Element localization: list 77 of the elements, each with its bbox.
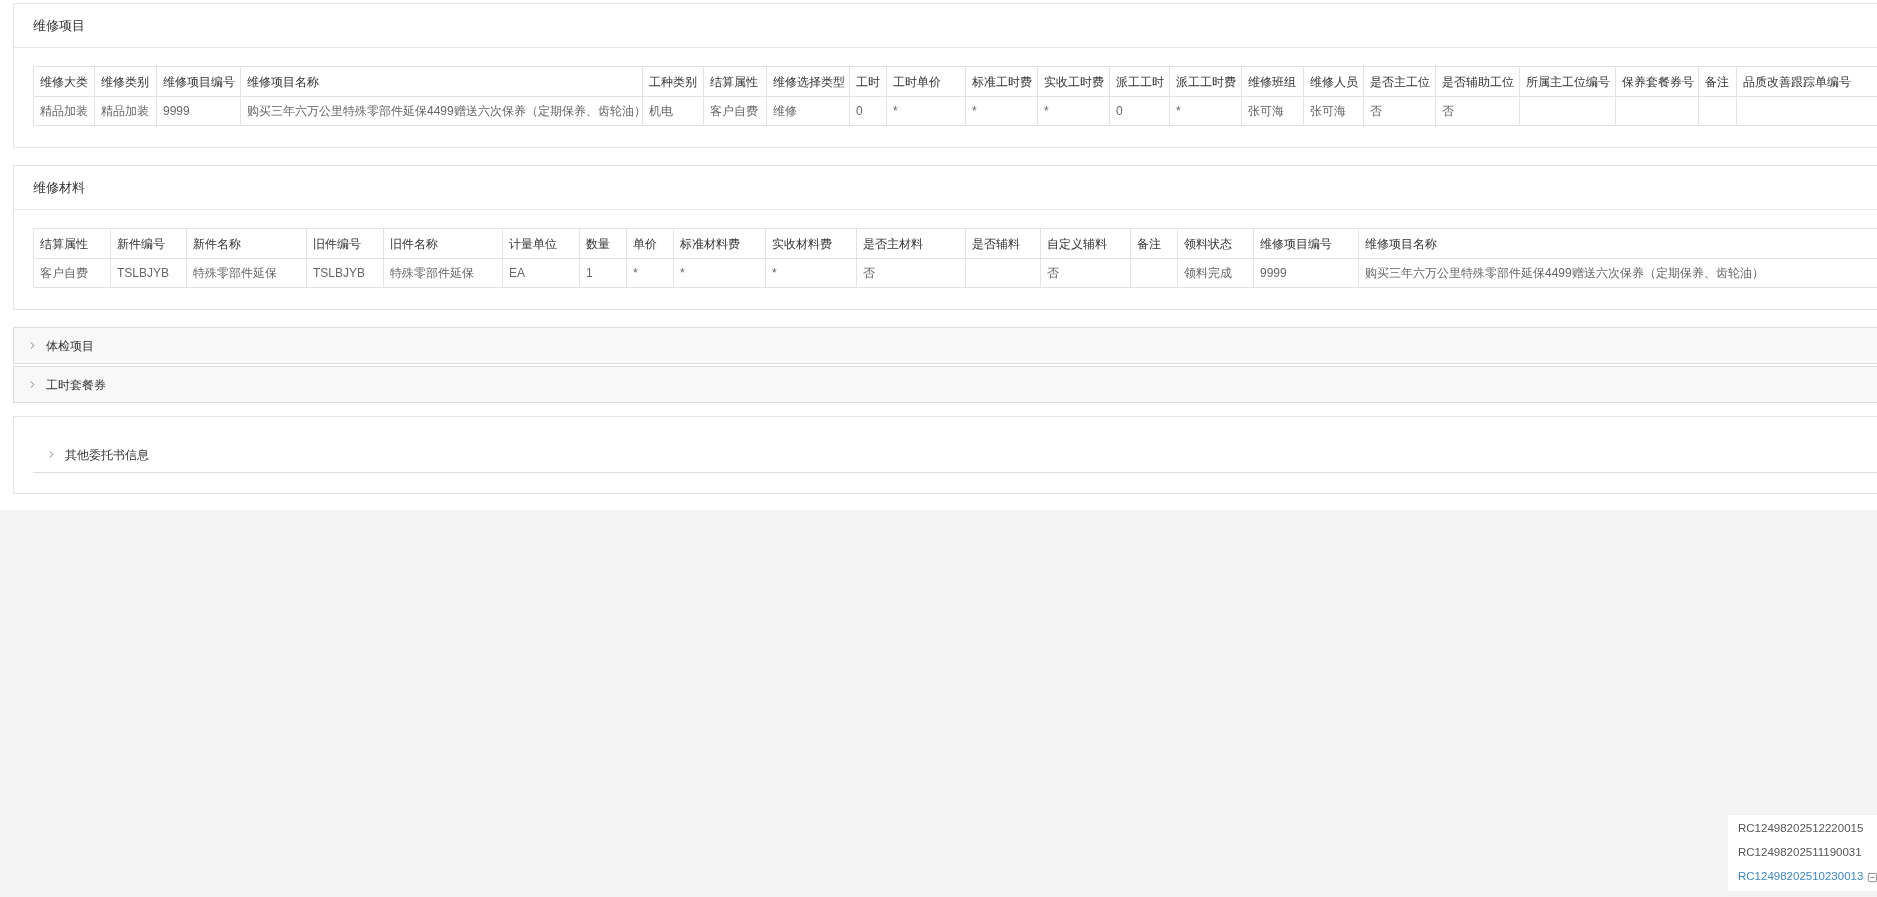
column-header: 工时 [849,66,887,97]
table-cell: 领料完成 [1177,258,1254,288]
table-cell: 0 [1109,96,1170,126]
table-cell: 机电 [642,96,704,126]
accordion-header[interactable]: 其他委托书信息 [33,437,1877,473]
table-cell: 客户自费 [703,96,767,126]
table-cell: 精品加装 [94,96,157,126]
table-cell: 9999 [156,96,241,126]
column-header: 维修人员 [1303,66,1364,97]
column-header: 新件名称 [186,228,307,259]
section-title: 维修项目 [33,16,85,35]
column-header: 实收工时费 [1037,66,1110,97]
column-header: 领料状态 [1177,228,1254,259]
column-header: 实收材料费 [765,228,857,259]
column-header: 计量单位 [502,228,580,259]
list-item[interactable]: RC12498202510230013 [1738,868,1864,886]
table-cell: * [1169,96,1242,126]
table-cell: 1 [579,258,627,288]
column-header: 数量 [579,228,627,259]
list-item[interactable]: RC12498202512220015 [1738,820,1864,838]
table-cell: * [1037,96,1110,126]
column-header: 单价 [626,228,674,259]
column-header: 保养套餐券号 [1615,66,1699,97]
column-header: 旧件名称 [383,228,503,259]
column-header: 派工工时费 [1169,66,1242,97]
column-header: 结算属性 [703,66,767,97]
table-cell: 9999 [1253,258,1359,288]
column-header: 备注 [1130,228,1178,259]
column-header: 维修选择类型 [766,66,850,97]
column-header: 是否辅料 [965,228,1041,259]
column-header: 维修项目编号 [1253,228,1359,259]
column-header: 工时单价 [886,66,966,97]
list-item[interactable]: RC12498202511190031 [1738,844,1862,862]
column-header: 标准材料费 [673,228,766,259]
table-cell: * [886,96,966,126]
column-header: 工种类别 [642,66,704,97]
column-header: 旧件编号 [306,228,384,259]
table-cell: 张可海 [1303,96,1364,126]
table-cell: 特殊零部件延保 [186,258,307,288]
table-cell: * [626,258,674,288]
table-cell: 否 [1435,96,1520,126]
column-header: 维修大类 [33,66,95,97]
table-cell: * [765,258,857,288]
column-header: 标准工时费 [965,66,1038,97]
column-header: 自定义辅料 [1040,228,1131,259]
column-header: 维修项目名称 [240,66,643,97]
table-cell: EA [502,258,580,288]
table-cell: TSLBJYB [110,258,187,288]
column-header: 维修班组 [1241,66,1304,97]
column-header: 结算属性 [33,228,111,259]
column-header: 维修项目名称 [1358,228,1877,259]
table-cell: 维修 [766,96,850,126]
column-header: 备注 [1698,66,1737,97]
column-header: 所属主工位编号 [1519,66,1616,97]
column-header: 是否辅助工位 [1435,66,1520,97]
table-cell: 否 [856,258,966,288]
table-cell: 否 [1363,96,1436,126]
table-cell: 0 [849,96,887,126]
table-cell: 购买三年六万公里特殊零部件延保4499赠送六次保养（定期保养、齿轮油） [240,96,643,126]
column-header: 派工工时 [1109,66,1170,97]
table-cell: 客户自费 [33,258,111,288]
column-header: 维修类别 [94,66,157,97]
table-cell: 张可海 [1241,96,1304,126]
column-header: 是否主工位 [1363,66,1436,97]
table-cell: 特殊零部件延保 [383,258,503,288]
table-cell: 否 [1040,258,1131,288]
column-header: 维修项目编号 [156,66,241,97]
table-cell: 精品加装 [33,96,95,126]
column-header: 是否主材料 [856,228,966,259]
column-header: 新件编号 [110,228,187,259]
section-title: 维修材料 [33,178,85,197]
table-cell: * [965,96,1038,126]
accordion-header[interactable]: 体检项目 [13,327,1877,364]
column-header: 品质改善跟踪单编号 [1736,66,1877,97]
table-cell: TSLBJYB [306,258,384,288]
table-cell: * [673,258,766,288]
accordion-header[interactable]: 工时套餐券 [13,366,1877,403]
